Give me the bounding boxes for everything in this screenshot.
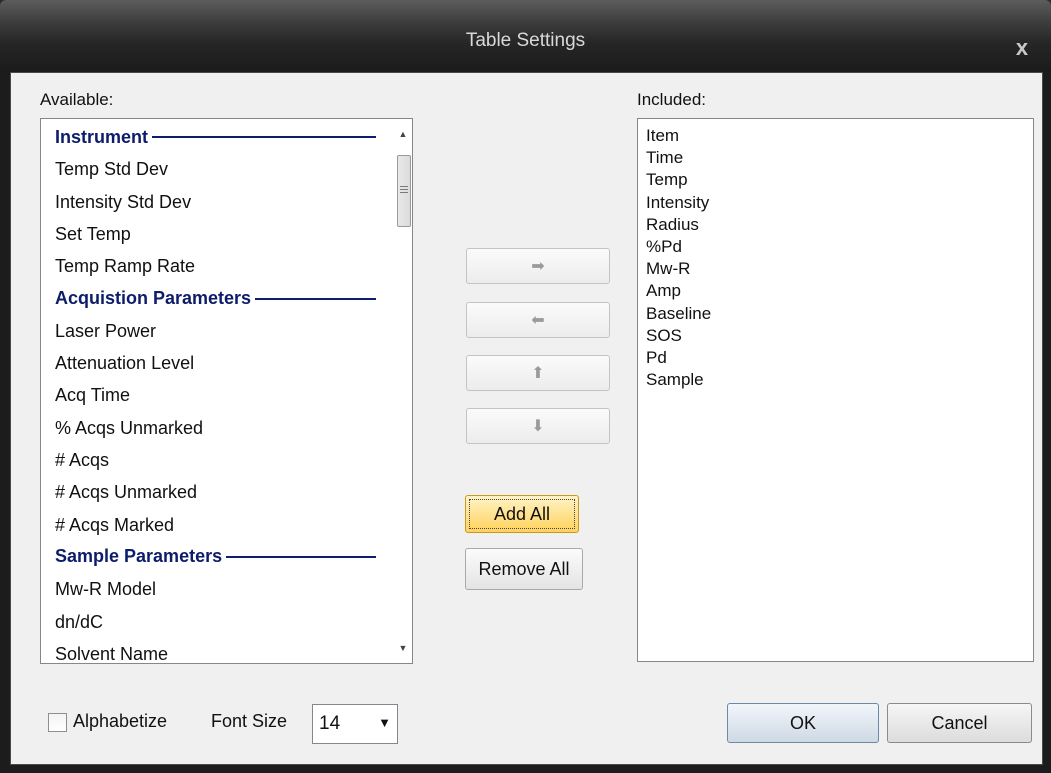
add-all-label: Add All bbox=[493, 503, 551, 524]
available-list-item[interactable]: % Acqs Unmarked bbox=[55, 418, 203, 439]
included-list-item[interactable]: Temp bbox=[646, 171, 688, 189]
included-list-item[interactable]: Pd bbox=[646, 349, 667, 367]
available-list-item[interactable]: Temp Std Dev bbox=[55, 159, 168, 180]
group-header-rule bbox=[255, 297, 376, 300]
arrow-right-icon: ➡ bbox=[531, 258, 545, 275]
move-left-button[interactable]: ⬅ bbox=[466, 302, 610, 338]
group-header-label: Sample Parameters bbox=[55, 546, 223, 567]
font-size-select[interactable]: 14 ▼ bbox=[312, 704, 398, 744]
move-down-button[interactable]: ⬇ bbox=[466, 408, 610, 444]
scroll-thumb[interactable] bbox=[397, 155, 411, 227]
cancel-label: Cancel bbox=[931, 712, 988, 733]
included-list-item[interactable]: Mw-R bbox=[646, 260, 690, 278]
group-header-label: Instrument bbox=[55, 126, 149, 147]
available-list-item[interactable]: Temp Ramp Rate bbox=[55, 256, 195, 277]
move-up-button[interactable]: ⬆ bbox=[466, 355, 610, 391]
remove-all-label: Remove All bbox=[478, 558, 570, 579]
dialog-title: Table Settings bbox=[465, 30, 586, 51]
arrow-down-icon: ⬇ bbox=[531, 418, 545, 435]
arrow-up-icon: ⬆ bbox=[531, 365, 545, 382]
move-right-button[interactable]: ➡ bbox=[466, 248, 610, 284]
alphabetize-checkbox[interactable] bbox=[48, 713, 67, 732]
available-list-item[interactable]: Attenuation Level bbox=[55, 353, 194, 374]
cancel-button[interactable]: Cancel bbox=[887, 703, 1032, 743]
table-settings-dialog: Table Settings x Available: Included: In… bbox=[0, 0, 1051, 773]
ok-button[interactable]: OK bbox=[727, 703, 879, 743]
available-list-item[interactable]: Solvent Name bbox=[55, 644, 168, 663]
available-list-item[interactable]: # Acqs bbox=[55, 450, 109, 471]
available-list-item[interactable]: Set Temp bbox=[55, 224, 131, 245]
title-bar[interactable]: Table Settings x bbox=[0, 0, 1051, 72]
available-list-item[interactable]: # Acqs Unmarked bbox=[55, 482, 197, 503]
scroll-up-icon[interactable]: ▲ bbox=[394, 125, 412, 143]
ok-label: OK bbox=[789, 712, 816, 733]
arrow-left-icon: ⬅ bbox=[531, 312, 545, 329]
available-list-item[interactable]: dn/dC bbox=[55, 612, 103, 633]
included-list-item[interactable]: Baseline bbox=[646, 304, 711, 323]
available-list-item[interactable]: # Acqs Marked bbox=[55, 515, 174, 536]
available-list-item[interactable]: Acq Time bbox=[55, 385, 130, 406]
group-header: Sample Parameters bbox=[55, 546, 376, 567]
included-list-item[interactable]: Intensity bbox=[646, 193, 709, 212]
included-list-item[interactable]: Radius bbox=[646, 215, 699, 234]
included-label: Included: bbox=[637, 90, 706, 109]
group-header-label: Acquistion Parameters bbox=[55, 288, 252, 308]
included-list-item[interactable]: Amp bbox=[646, 282, 681, 300]
available-label: Available: bbox=[40, 90, 114, 109]
dialog-body: Available: Included: Instrument Temp Std … bbox=[10, 72, 1043, 765]
included-list-item[interactable]: Sample bbox=[646, 371, 704, 389]
group-header-rule bbox=[152, 136, 376, 138]
included-list[interactable]: Item Time Temp Intensity Radius %Pd Mw-R Amp Bas… bbox=[637, 118, 1034, 662]
included-list-item[interactable]: SOS bbox=[646, 326, 682, 345]
add-all-button[interactable]: Add All bbox=[465, 495, 579, 533]
included-list-item[interactable]: Time bbox=[646, 149, 683, 167]
included-list-item[interactable]: Item bbox=[646, 127, 679, 145]
font-size-value: 14 bbox=[319, 713, 341, 734]
group-header-rule bbox=[226, 555, 376, 558]
group-header: Instrument bbox=[55, 127, 376, 147]
close-icon[interactable]: x bbox=[1011, 37, 1033, 59]
available-scrollbar[interactable]: ▲ ▼ bbox=[394, 119, 412, 663]
alphabetize-label: Alphabetize bbox=[73, 711, 168, 731]
group-header: Acquistion Parameters bbox=[55, 288, 376, 309]
remove-all-button[interactable]: Remove All bbox=[465, 548, 583, 590]
available-list-item[interactable]: Mw-R Model bbox=[55, 579, 156, 600]
scroll-down-icon[interactable]: ▼ bbox=[394, 639, 412, 657]
available-list-item[interactable]: Intensity Std Dev bbox=[55, 192, 191, 213]
available-list-item[interactable]: Laser Power bbox=[55, 321, 156, 342]
font-size-label: Font Size bbox=[211, 711, 288, 731]
chevron-down-icon: ▼ bbox=[378, 715, 391, 730]
available-list[interactable]: Instrument Temp Std Dev Intensity Std Dev S… bbox=[40, 118, 413, 664]
included-list-item[interactable]: %Pd bbox=[646, 238, 682, 256]
